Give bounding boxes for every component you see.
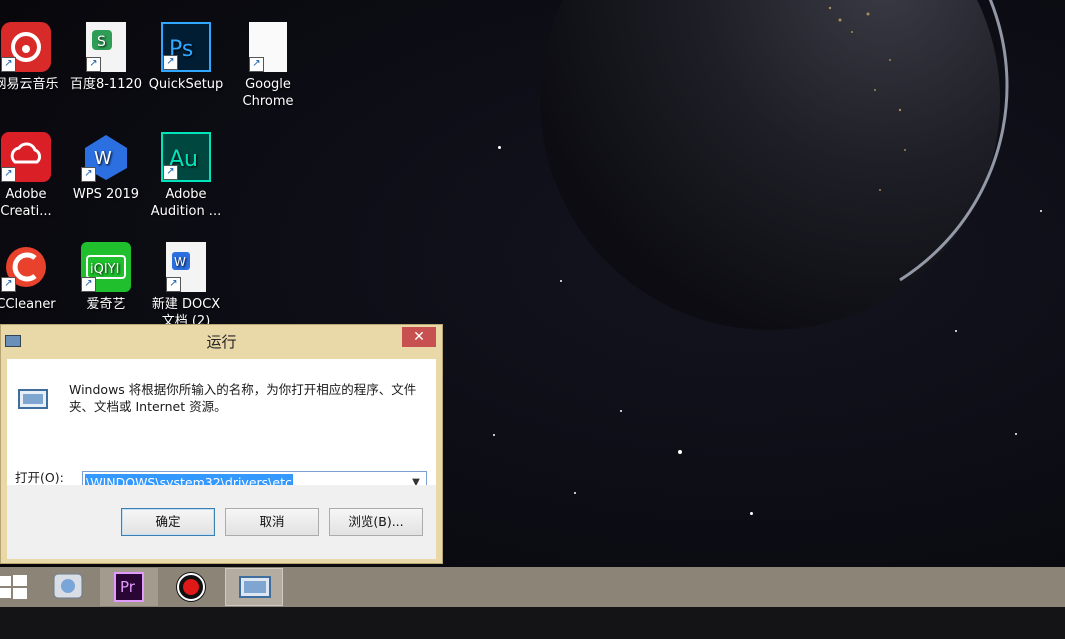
iqiyi-icon: iQIYI ↗ (81, 242, 131, 292)
icon-label: 百度8-1120 (69, 77, 143, 92)
taskbar: Pr (0, 567, 1065, 607)
svg-text:S: S (97, 34, 106, 50)
run-dialog-body: Windows 将根据你所输入的名称，为你打开相应的程序、文件夹、文档或 Int… (7, 359, 436, 495)
bottom-strip (0, 607, 1065, 639)
icon-label: Adobe Creati... (0, 187, 52, 219)
wps-doc-icon: S ↗ (86, 22, 126, 72)
run-icon (18, 389, 48, 409)
desktop-icon-quicksetup[interactable]: Ps ↗ QuickSetup (146, 22, 226, 122)
star (493, 434, 495, 436)
icon-label: 网易云音乐 (0, 77, 59, 92)
creative-cloud-icon: ↗ (1, 132, 51, 182)
ok-button[interactable]: 确定 (121, 508, 215, 536)
run-dialog-titlebar[interactable]: 运行 ✕ (1, 325, 442, 357)
icon-label: QuickSetup (148, 77, 224, 92)
taskbar-item-premiere[interactable]: Pr (100, 568, 158, 606)
taskbar-item-network[interactable] (40, 568, 98, 606)
star (750, 512, 753, 515)
blank-file-icon: ↗ (249, 22, 287, 72)
icon-label: Google Chrome (242, 77, 294, 109)
desktop-icon-netease-music[interactable]: ↗ 网易云音乐 (0, 22, 66, 122)
svg-text:W: W (174, 255, 186, 269)
cancel-button[interactable]: 取消 (225, 508, 319, 536)
star (498, 146, 501, 149)
svg-text:iQIYI: iQIYI (90, 262, 119, 277)
star (574, 492, 576, 494)
open-label: 打开(O): (15, 470, 64, 485)
taskbar-item-run[interactable] (225, 568, 283, 606)
star (1040, 210, 1042, 212)
close-button[interactable]: ✕ (402, 327, 436, 347)
start-icon (0, 575, 27, 599)
star (1015, 433, 1017, 435)
docx-file-icon: W ↗ (166, 242, 206, 292)
wps-icon: W ↗ (81, 132, 131, 182)
star (620, 410, 622, 412)
svg-text:W: W (94, 148, 112, 169)
run-dialog-title: 运行 (206, 333, 237, 351)
run-description: Windows 将根据你所输入的名称，为你打开相应的程序、文件夹、文档或 Int… (69, 382, 417, 414)
run-dialog: 运行 ✕ Windows 将根据你所输入的名称，为你打开相应的程序、文件夹、文档… (0, 324, 443, 564)
desktop-icon-adobe-audition[interactable]: Au ↗ Adobe Audition ... (146, 132, 226, 232)
browse-button[interactable]: 浏览(B)... (329, 508, 423, 536)
run-icon (239, 576, 271, 598)
icon-label: WPS 2019 (72, 187, 140, 202)
premiere-label: Pr (120, 578, 135, 596)
ccleaner-icon: ↗ (1, 242, 51, 292)
star (560, 280, 562, 282)
photoshop-icon: Ps ↗ (161, 22, 211, 72)
icon-label: 爱奇艺 (86, 297, 126, 312)
desktop-icon-google-chrome[interactable]: ↗ Google Chrome (228, 22, 308, 122)
desktop-icon-baidu-doc[interactable]: S ↗ 百度8-1120 (66, 22, 146, 122)
desktop: ↗ 网易云音乐 S ↗ 百度8-1120 Ps ↗ QuickSetup ↗ G… (0, 0, 1065, 639)
icon-label: Adobe Audition ... (150, 187, 222, 219)
star (678, 450, 682, 454)
start-button[interactable] (0, 568, 30, 606)
audition-icon: Au ↗ (161, 132, 211, 182)
desktop-icon-creative-cloud[interactable]: ↗ Adobe Creati... (0, 132, 66, 232)
desktop-icon-wps[interactable]: W ↗ WPS 2019 (66, 132, 146, 232)
network-icon (53, 573, 83, 599)
star (955, 330, 957, 332)
taskbar-item-recorder[interactable] (163, 568, 221, 606)
icon-label: CCleaner (0, 297, 56, 312)
netease-music-icon: ↗ (1, 22, 51, 72)
record-icon (176, 572, 206, 602)
